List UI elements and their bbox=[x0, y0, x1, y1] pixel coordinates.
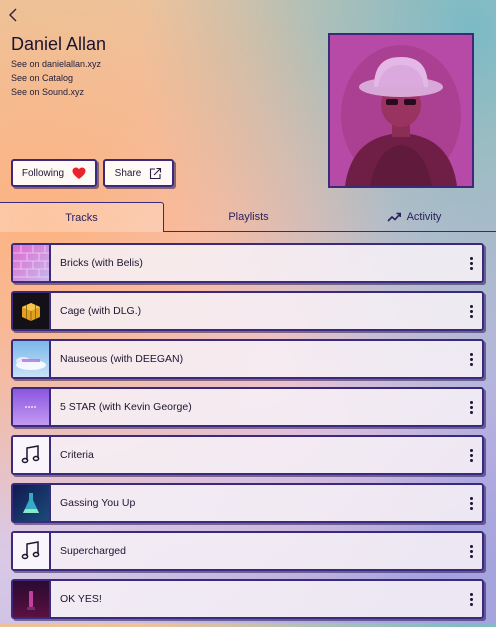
more-options-icon[interactable] bbox=[460, 344, 482, 374]
share-icon bbox=[150, 167, 162, 179]
tab-playlists[interactable]: Playlists bbox=[165, 202, 332, 232]
music-note-icon bbox=[13, 437, 51, 473]
tab-activity[interactable]: Activity bbox=[332, 202, 496, 232]
gassing-artwork bbox=[13, 485, 51, 521]
website-link[interactable]: See on danielallan.xyz bbox=[11, 57, 101, 71]
more-options-icon[interactable] bbox=[460, 536, 482, 566]
cage-artwork bbox=[13, 293, 51, 329]
back-button[interactable] bbox=[5, 6, 23, 24]
tab-divider bbox=[164, 231, 496, 232]
track-row[interactable]: Gassing You Up bbox=[11, 483, 484, 523]
track-row[interactable]: Criteria bbox=[11, 435, 484, 475]
chevron-left-icon bbox=[9, 8, 17, 22]
more-options-icon[interactable] bbox=[460, 488, 482, 518]
five-star-artwork bbox=[13, 389, 51, 425]
track-title: Cage (with DLG.) bbox=[60, 305, 142, 317]
track-row[interactable]: Nauseous (with DEEGAN) bbox=[11, 339, 484, 379]
share-button[interactable]: Share bbox=[103, 159, 174, 187]
track-title: OK YES! bbox=[60, 593, 102, 605]
share-label: Share bbox=[114, 167, 142, 179]
bricks-artwork bbox=[13, 245, 51, 281]
more-options-icon[interactable] bbox=[460, 392, 482, 422]
following-button[interactable]: Following bbox=[11, 159, 97, 187]
track-title: Nauseous (with DEEGAN) bbox=[60, 353, 184, 365]
catalog-link[interactable]: See on Catalog bbox=[11, 71, 101, 85]
trending-up-icon bbox=[387, 212, 401, 222]
heart-icon bbox=[72, 167, 86, 179]
track-row[interactable]: 5 STAR (with Kevin George) bbox=[11, 387, 484, 427]
track-title: 5 STAR (with Kevin George) bbox=[60, 401, 192, 413]
track-row[interactable]: Cage (with DLG.) bbox=[11, 291, 484, 331]
track-title: Gassing You Up bbox=[60, 497, 136, 509]
following-label: Following bbox=[21, 167, 65, 179]
ok-yes-artwork bbox=[13, 581, 51, 617]
more-options-icon[interactable] bbox=[460, 248, 482, 278]
track-list: Bricks (with Belis) Cage (with DLG.) Nau… bbox=[11, 243, 484, 627]
tab-tracks[interactable]: Tracks bbox=[0, 202, 164, 232]
tab-activity-label: Activity bbox=[406, 211, 442, 223]
track-title: Criteria bbox=[60, 449, 94, 461]
artist-name: Daniel Allan bbox=[11, 34, 107, 54]
more-options-icon[interactable] bbox=[460, 440, 482, 470]
nauseous-artwork bbox=[13, 341, 51, 377]
music-note-icon bbox=[13, 533, 51, 569]
tab-tracks-label: Tracks bbox=[65, 211, 98, 224]
tab-bar: Tracks Playlists Activity bbox=[0, 202, 496, 232]
tab-playlists-label: Playlists bbox=[228, 211, 269, 223]
more-options-icon[interactable] bbox=[460, 296, 482, 326]
track-row[interactable]: Bricks (with Belis) bbox=[11, 243, 484, 283]
track-title: Bricks (with Belis) bbox=[60, 257, 143, 269]
track-row[interactable]: OK YES! bbox=[11, 579, 484, 619]
track-row[interactable]: Supercharged bbox=[11, 531, 484, 571]
more-options-icon[interactable] bbox=[460, 584, 482, 614]
artist-avatar bbox=[328, 33, 474, 188]
artist-links: See on danielallan.xyz See on Catalog Se… bbox=[11, 57, 101, 99]
sound-link[interactable]: See on Sound.xyz bbox=[11, 85, 101, 99]
track-title: Supercharged bbox=[60, 545, 126, 557]
